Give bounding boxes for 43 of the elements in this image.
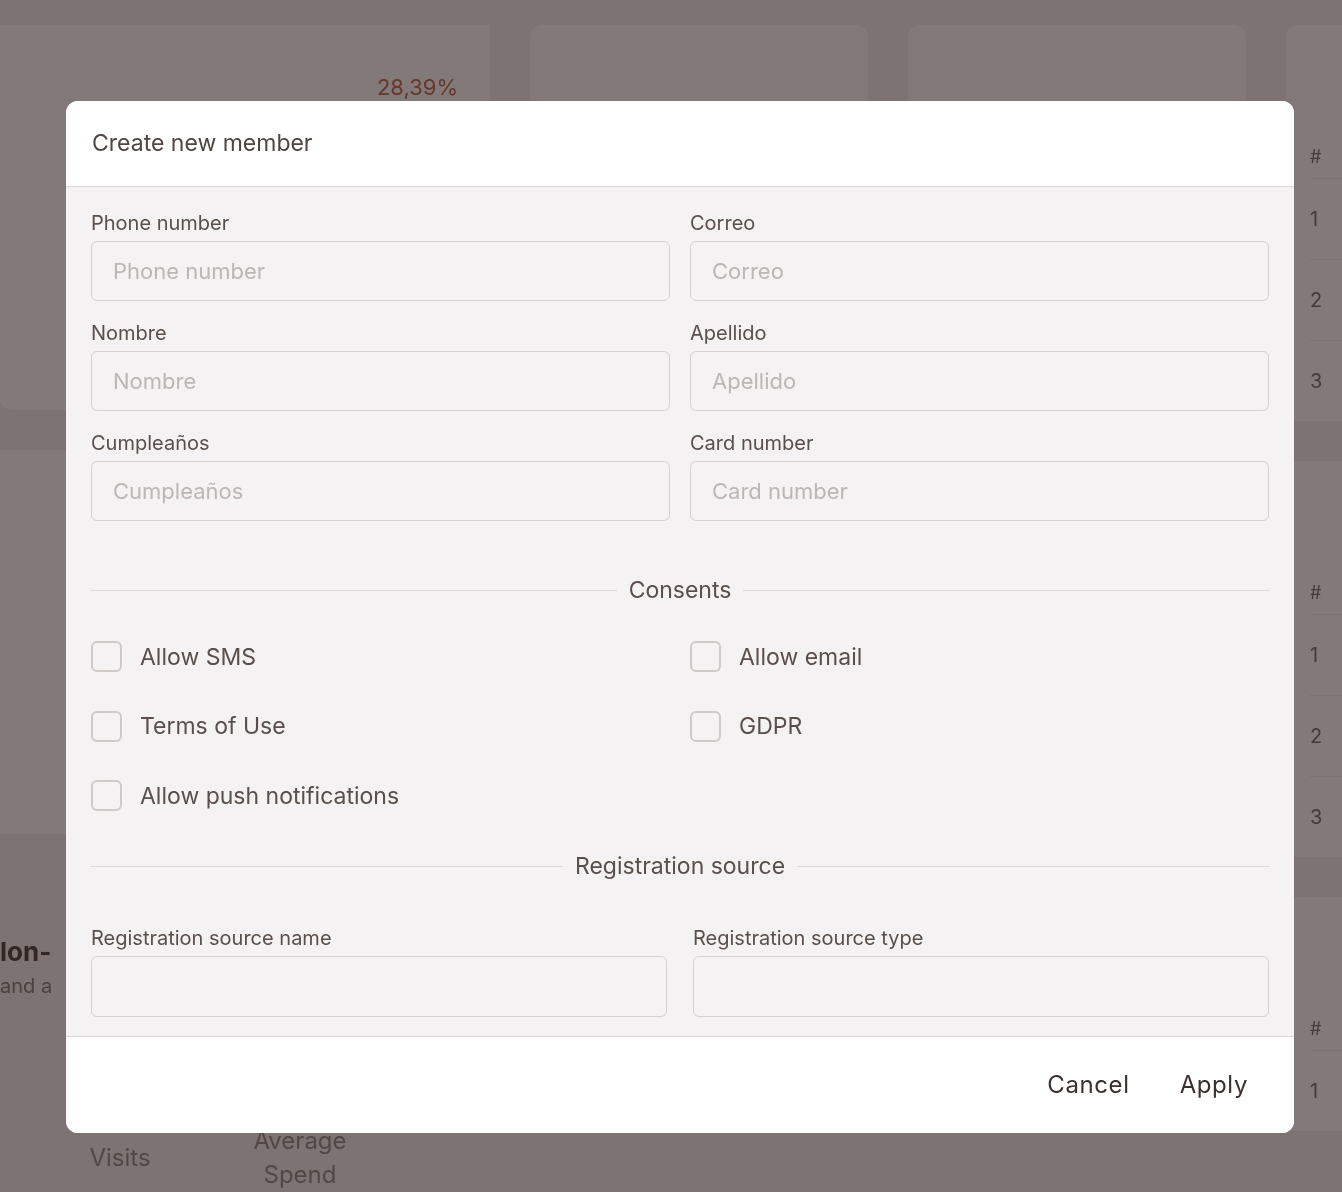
checkbox[interactable] (690, 641, 721, 673)
checkbox[interactable] (91, 710, 122, 742)
field-label: Phone number (91, 211, 231, 235)
table-header: # (1310, 145, 1323, 169)
checkbox-label: Allow email (739, 641, 863, 673)
table-cell: 2 (1310, 695, 1342, 776)
field-label: Cumpleaños (91, 431, 211, 455)
field-label: Card number (690, 431, 815, 455)
table-cell: 3 (1310, 340, 1342, 421)
checkbox-label: Allow push notifications (140, 780, 400, 812)
checkbox-label: Allow SMS (140, 641, 256, 673)
checkbox-label: GDPR (739, 711, 803, 742)
input-field[interactable]: Nombre (91, 351, 670, 411)
input-field[interactable] (693, 955, 1269, 1017)
field-label: Correo (690, 211, 757, 235)
table-cell: 1 (1310, 178, 1342, 259)
table-cell: 3 (1310, 776, 1342, 857)
checkbox[interactable] (91, 780, 122, 812)
field-label: Apellido (690, 321, 768, 345)
section-title: Consents (627, 575, 733, 606)
section-title: Registration source (573, 851, 787, 882)
input-field[interactable]: Card number (690, 461, 1269, 521)
table-cell: 1 (1310, 1050, 1342, 1131)
input-field[interactable]: Apellido (690, 351, 1269, 411)
checkbox[interactable] (91, 641, 122, 673)
dialog-title: Create new member (92, 128, 313, 160)
field-label: Registration source name (91, 925, 333, 950)
section-heading: lon- (0, 935, 52, 969)
cancel-button[interactable]: Cancel (1027, 1057, 1150, 1113)
table-cell: 2 (1310, 259, 1342, 340)
input-field[interactable] (91, 955, 667, 1017)
field-label: Registration source type (693, 925, 925, 950)
field-label: Nombre (91, 321, 168, 345)
apply-button[interactable]: Apply (1159, 1057, 1268, 1113)
input-field[interactable]: Correo (690, 241, 1269, 301)
input-field[interactable]: Phone number (91, 241, 670, 301)
checkbox[interactable] (690, 710, 721, 742)
table-header: # (1310, 1017, 1323, 1041)
input-field[interactable]: Cumpleaños (91, 461, 670, 521)
checkbox-label: Terms of Use (140, 711, 286, 742)
table-header: # (1310, 581, 1323, 605)
stat-value: 28,39% (376, 73, 458, 102)
table-cell: 1 (1310, 614, 1342, 695)
